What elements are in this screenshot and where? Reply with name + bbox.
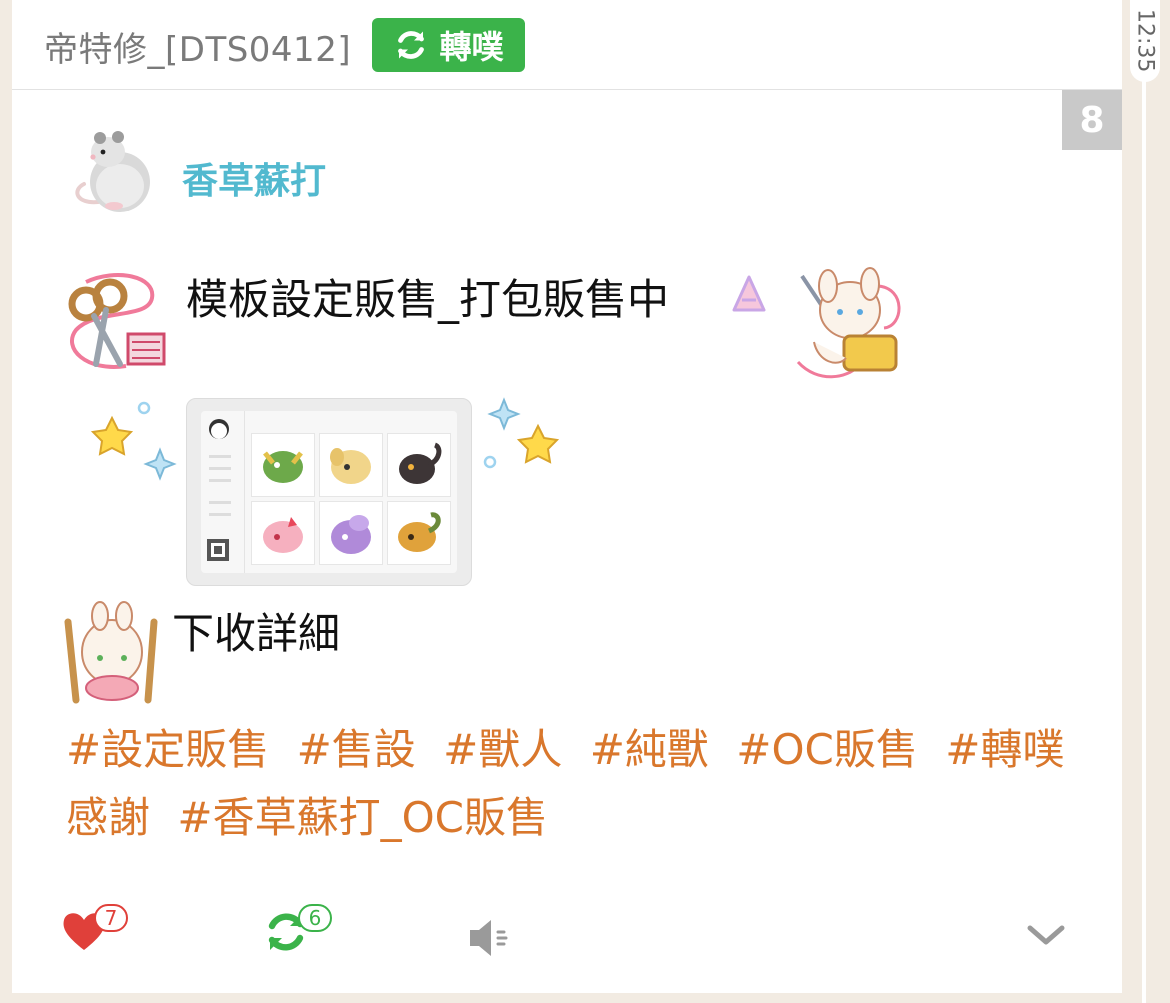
plurk-card: 帝特修_[DTS0412] 轉噗 8 香草蘇打 模板設定販售_打包販售中 下收詳… [12, 0, 1122, 993]
scissors-sticker [68, 273, 166, 369]
hashtag-list: #設定販售 #售設 #獸人 #純獸 #OC販售 #轉噗感謝 #香草蘇打_OC販售 [66, 716, 1066, 852]
repost-badge-label: 轉噗 [439, 28, 504, 66]
author-name[interactable]: 香草蘇打 [182, 152, 326, 204]
bunny-sewing-sticker [796, 267, 901, 379]
preview-cell [319, 433, 383, 497]
preview-cell [319, 501, 383, 565]
hashtag[interactable]: #純獸 [590, 725, 709, 774]
letter-a-sticker [732, 275, 766, 312]
speaker-mute-icon [470, 920, 508, 956]
post-line-2: 下收詳細 [172, 609, 341, 658]
reposter-name[interactable]: 帝特修_[DTS0412] [44, 22, 351, 71]
response-count-badge[interactable]: 8 [1062, 90, 1122, 150]
hashtag[interactable]: #設定販售 [66, 725, 269, 774]
more-options-button[interactable] [1026, 922, 1066, 954]
preview-cell [387, 501, 451, 565]
refresh-icon [398, 31, 425, 59]
sparkle-stars-left [90, 401, 177, 481]
bunny-utensils-sticker [64, 601, 158, 704]
author-avatar[interactable] [68, 120, 168, 220]
chevron-down-icon [1027, 925, 1065, 945]
repost-header: 帝特修_[DTS0412] 轉噗 [12, 0, 1122, 90]
hashtag[interactable]: #獸人 [443, 725, 562, 774]
preview-cell [251, 501, 315, 565]
hashtag[interactable]: #香草蘇打_OC販售 [177, 793, 548, 842]
preview-thumbnail[interactable] [186, 398, 472, 586]
replurk-count: 6 [298, 904, 332, 932]
preview-sidebar [201, 411, 245, 573]
preview-cell [251, 433, 315, 497]
preview-cell [387, 433, 451, 497]
replurk-button[interactable]: 6 [262, 904, 332, 960]
mute-button[interactable] [466, 916, 510, 964]
repost-badge[interactable]: 轉噗 [372, 18, 525, 72]
sparkle-stars-right [483, 397, 560, 469]
post-line-1: 模板設定販售_打包販售中 [186, 275, 670, 324]
like-count: 7 [94, 904, 128, 932]
like-button[interactable]: 7 [60, 904, 128, 956]
preview-template-page [201, 411, 457, 573]
timestamp: 12:35 [1132, 9, 1158, 73]
timestamp-pill: 12:35 [1130, 0, 1160, 82]
hashtag[interactable]: #售設 [297, 725, 416, 774]
hashtag[interactable]: #OC販售 [736, 725, 918, 774]
preview-character-grid [251, 433, 451, 565]
timeline-rail [1142, 0, 1146, 1003]
